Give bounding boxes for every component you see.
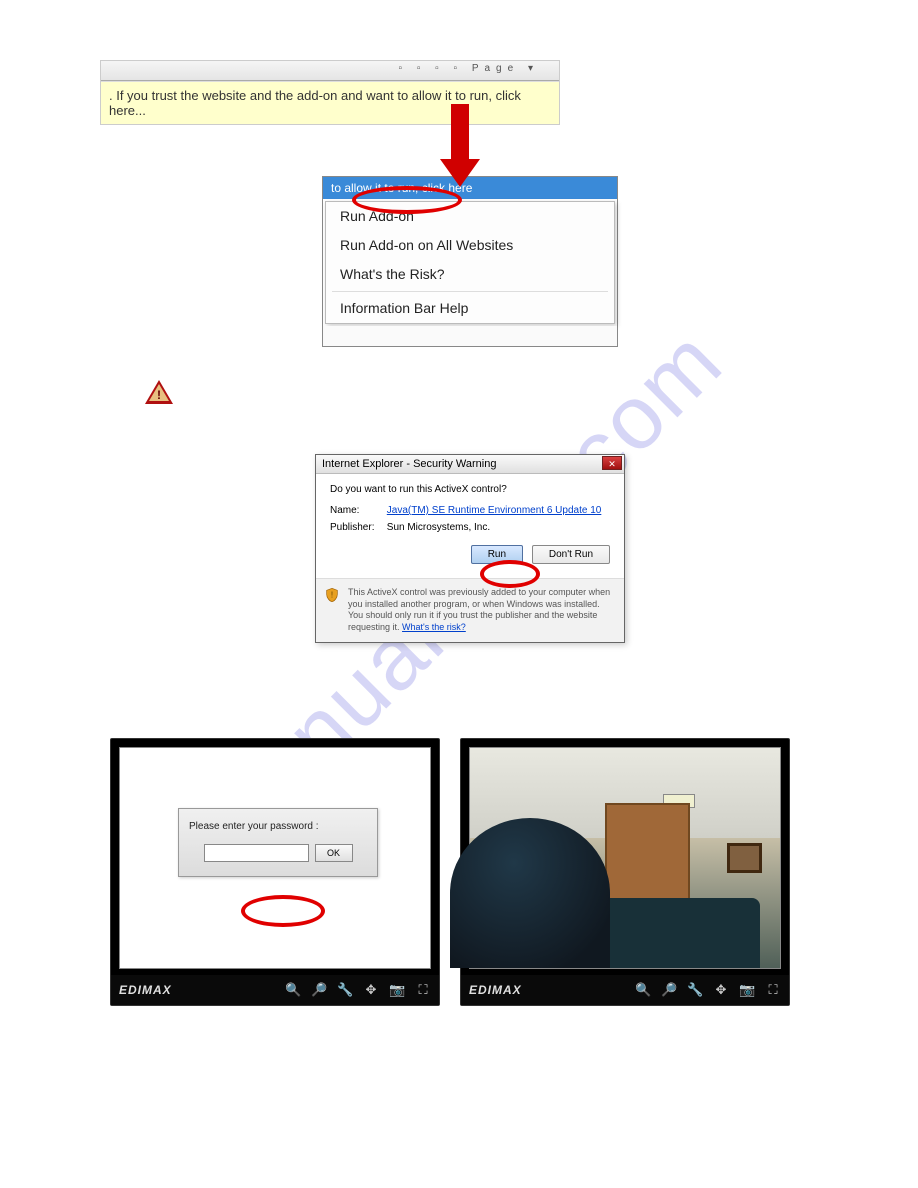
viewer-screen-camera — [469, 747, 781, 969]
brand-logo: EDIMAX — [119, 983, 172, 997]
dialog-footer: ! This ActiveX control was previously ad… — [316, 578, 624, 642]
footer-text: This ActiveX control was previously adde… — [348, 587, 610, 632]
context-menu-footer — [323, 326, 617, 346]
menu-item-run-addon-all[interactable]: Run Add-on on All Websites — [326, 231, 614, 260]
dialog-question: Do you want to run this ActiveX control? — [330, 484, 610, 495]
dont-run-button[interactable]: Don't Run — [532, 545, 610, 564]
context-menu: Run Add-on Run Add-on on All Websites Wh… — [325, 201, 615, 324]
zoom-in-icon[interactable]: 🔍 — [285, 982, 301, 998]
viewer-panel-login: Please enter your password : OK EDIMAX 🔍… — [110, 738, 440, 1006]
settings-icon[interactable]: 🔧 — [337, 982, 353, 998]
camera-picture-frame — [727, 843, 762, 873]
ok-button[interactable]: OK — [315, 844, 353, 862]
viewer-toolbar: EDIMAX 🔍 🔎 🔧 ✥ 📷 ⛶ — [461, 975, 789, 1005]
arrow-down-icon — [440, 104, 480, 184]
publisher-value: Sun Microsystems, Inc. — [387, 522, 490, 533]
warning-icon: ! — [145, 380, 173, 408]
zoom-out-icon[interactable]: 🔎 — [661, 982, 677, 998]
footer-link[interactable]: What's the risk? — [402, 622, 466, 632]
viewer-toolbar: EDIMAX 🔍 🔎 🔧 ✥ 📷 ⛶ — [111, 975, 439, 1005]
brand-logo: EDIMAX — [469, 983, 522, 997]
menu-item-whats-risk[interactable]: What's the Risk? — [326, 260, 614, 289]
highlight-circle-run-button — [480, 560, 540, 588]
shield-icon: ! — [324, 587, 340, 603]
browser-toolbar: ▫ ▫ ▫ ▫ Page ▾ — [101, 61, 559, 81]
toolbar-icons: ▫ ▫ ▫ ▫ Page ▾ — [399, 63, 539, 74]
menu-separator — [332, 291, 608, 292]
camera-icon[interactable]: 📷 — [739, 982, 755, 998]
highlight-circle-password — [241, 895, 325, 927]
fullscreen-icon[interactable]: ⛶ — [415, 982, 431, 998]
highlight-circle-run-addon — [352, 186, 462, 214]
dialog-title-bar: Internet Explorer - Security Warning ✕ — [316, 455, 624, 474]
menu-item-infobar-help[interactable]: Information Bar Help — [326, 294, 614, 323]
name-label: Name: — [330, 505, 384, 516]
name-value-link[interactable]: Java(TM) SE Runtime Environment 6 Update… — [387, 505, 602, 516]
infobar-screenshot: ▫ ▫ ▫ ▫ Page ▾ . If you trust the websit… — [100, 60, 560, 125]
close-button[interactable]: ✕ — [602, 456, 622, 470]
settings-icon[interactable]: 🔧 — [687, 982, 703, 998]
svg-text:!: ! — [331, 591, 333, 600]
security-warning-dialog: Internet Explorer - Security Warning ✕ D… — [315, 454, 625, 643]
password-input[interactable] — [204, 844, 309, 862]
zoom-out-icon[interactable]: 🔎 — [311, 982, 327, 998]
publisher-label: Publisher: — [330, 522, 384, 533]
viewer-screen-login: Please enter your password : OK — [119, 747, 431, 969]
page-menu-label: Page — [472, 63, 519, 74]
password-label: Please enter your password : — [189, 821, 367, 832]
fullscreen-icon[interactable]: ⛶ — [765, 982, 781, 998]
password-dialog: Please enter your password : OK — [178, 808, 378, 877]
camera-person — [450, 818, 610, 968]
infobar-message[interactable]: . If you trust the website and the add-o… — [101, 81, 559, 124]
zoom-in-icon[interactable]: 🔍 — [635, 982, 651, 998]
camera-icon[interactable]: 📷 — [389, 982, 405, 998]
dialog-title: Internet Explorer - Security Warning — [322, 458, 496, 470]
move-icon[interactable]: ✥ — [713, 982, 729, 998]
viewer-panel-camera: EDIMAX 🔍 🔎 🔧 ✥ 📷 ⛶ — [460, 738, 790, 1006]
move-icon[interactable]: ✥ — [363, 982, 379, 998]
